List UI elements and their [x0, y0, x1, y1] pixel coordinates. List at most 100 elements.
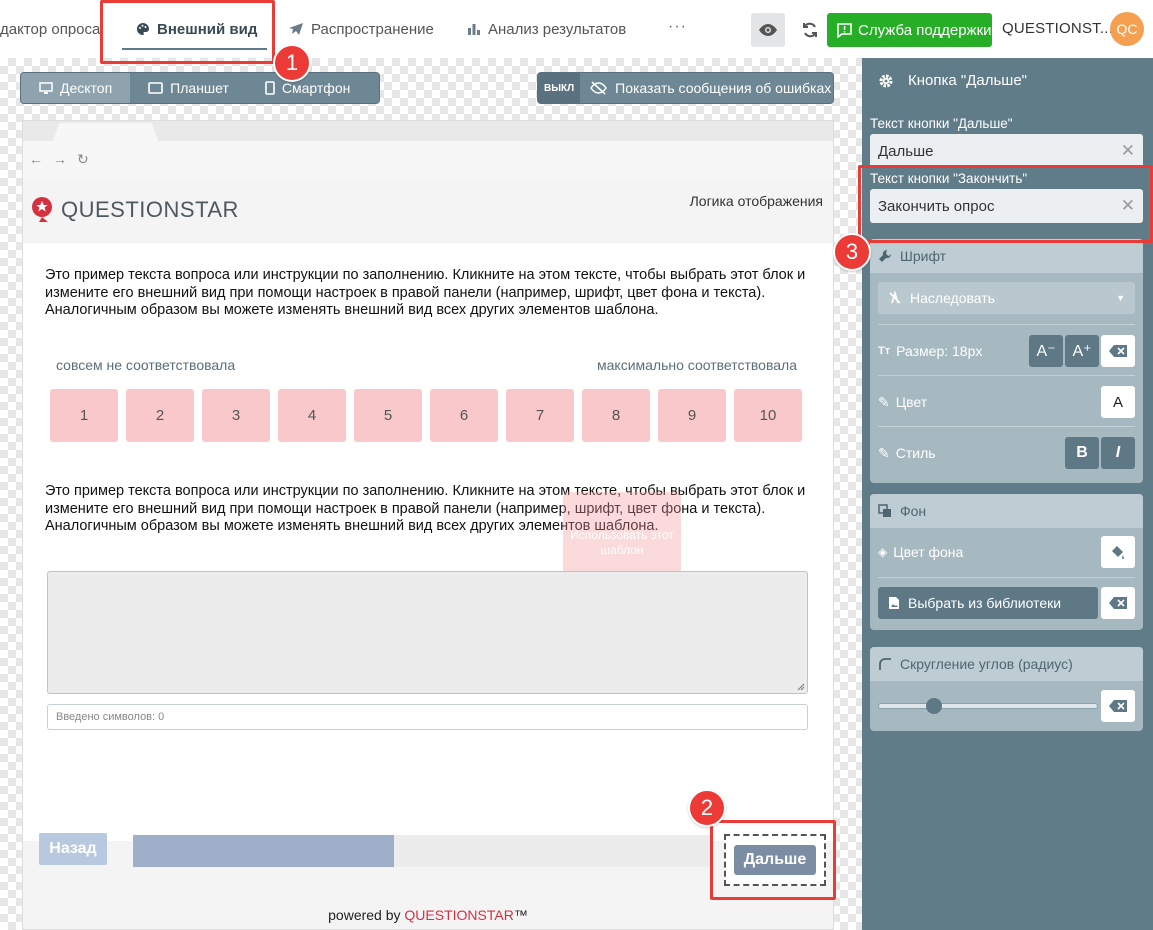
image-file-icon [889, 597, 899, 609]
tab-survey-editor[interactable]: дактор опроса [0, 0, 100, 58]
background-section-header[interactable]: Фон [870, 494, 1143, 528]
font-family-select[interactable]: Наследовать ▼ [878, 282, 1135, 314]
show-errors-toggle[interactable]: ВЫКЛ Показать сообщения об ошибках [537, 72, 834, 104]
more-menu-icon[interactable]: ··· [668, 18, 687, 36]
clear-size-button[interactable] [1101, 335, 1135, 367]
scale-option-8[interactable]: 8 [582, 389, 650, 442]
corner-radius-title: Скругление углов (радиус) [900, 656, 1073, 672]
toggle-state: ВЫКЛ [538, 73, 581, 103]
corner-radius-header[interactable]: Скругление углов (радиус) [870, 647, 1143, 681]
backspace-icon [1109, 597, 1127, 609]
answer-textarea[interactable] [47, 571, 808, 694]
powered-by: powered by QUESTIONSTAR™ [23, 907, 833, 923]
callout-badge-2: 2 [688, 789, 726, 827]
sync-button[interactable] [796, 13, 824, 47]
font-style-row: ✎ Стиль B I [878, 436, 1135, 470]
chevron-down-icon: ▼ [1116, 293, 1125, 303]
powered-brand[interactable]: QUESTIONSTAR [404, 907, 513, 923]
scale-option-6[interactable]: 6 [430, 389, 498, 442]
choose-from-library-button[interactable]: Выбрать из библиотеки [878, 587, 1098, 619]
corner-radius-section: Скругление углов (радиус) [870, 647, 1143, 731]
preview-button[interactable] [751, 13, 785, 47]
scale-option-10[interactable]: 10 [734, 389, 802, 442]
browser-navigation: ← → ↻ [23, 141, 833, 177]
tab-label: Распространение [311, 20, 434, 38]
device-phone-button[interactable]: Смартфон [247, 73, 368, 103]
device-switcher: Десктоп Планшет Смартфон [20, 72, 380, 104]
clear-radius-button[interactable] [1101, 690, 1135, 722]
highlight-box-3 [858, 165, 1153, 243]
resize-handle-icon[interactable] [797, 683, 805, 691]
tab-results-analysis[interactable]: Анализ результатов [467, 0, 626, 58]
panel-title: Кнопка "Дальше" [878, 72, 1027, 89]
next-text-value: Дальше [878, 142, 934, 160]
gear-icon [879, 74, 893, 87]
questionstar-logo: QUESTIONSTAR [31, 197, 239, 223]
font-section-header[interactable]: Шрифт [870, 239, 1143, 273]
browser-tab-bar [23, 121, 833, 141]
radius-slider[interactable] [878, 698, 1098, 714]
wrench-icon [879, 249, 892, 262]
display-logic-link[interactable]: Логика отображения [690, 193, 823, 209]
no-font-icon [889, 291, 901, 304]
char-counter: Введено символов: 0 [47, 704, 808, 730]
question-text-1[interactable]: Это пример текста вопроса или инструкции… [45, 267, 815, 320]
pencil-icon: ✎ [878, 444, 890, 461]
bg-color-label: Цвет фона [893, 544, 964, 560]
device-phone-label: Смартфон [281, 80, 351, 96]
scale-option-5[interactable]: 5 [354, 389, 422, 442]
question-text-2[interactable]: Это пример текста вопроса или инструкции… [45, 483, 815, 536]
tab-distribution[interactable]: Распространение [288, 0, 434, 58]
callout-badge-3: 3 [833, 233, 871, 271]
paper-plane-icon [289, 23, 303, 35]
increase-size-button[interactable]: A⁺ [1065, 335, 1099, 367]
clear-background-button[interactable] [1101, 587, 1135, 619]
scale-option-1[interactable]: 1 [50, 389, 118, 442]
font-color-row: ✎ Цвет A [878, 385, 1135, 419]
logo-mark-icon [32, 197, 52, 222]
highlight-box-1 [100, 0, 275, 64]
powered-prefix: powered by [328, 907, 405, 923]
arrow-right-icon: → [53, 151, 67, 167]
rating-scale: 1 2 3 4 5 6 7 8 9 10 [50, 389, 802, 442]
avatar[interactable]: QC [1110, 12, 1144, 46]
survey-header: QUESTIONSTAR Логика отображения [23, 177, 833, 243]
account-name[interactable]: QUESTIONST... [1002, 20, 1113, 37]
eye-slash-icon [590, 81, 607, 95]
italic-button[interactable]: I [1101, 437, 1135, 469]
scale-option-4[interactable]: 4 [278, 389, 346, 442]
phone-icon [265, 81, 275, 95]
device-tablet-button[interactable]: Планшет [130, 73, 247, 103]
chat-icon [837, 22, 852, 38]
slider-knob[interactable] [925, 698, 942, 714]
scale-option-9[interactable]: 9 [658, 389, 726, 442]
font-color-label: Цвет [895, 394, 928, 410]
next-text-input[interactable]: Дальше ✕ [870, 134, 1143, 168]
scale-option-3[interactable]: 3 [202, 389, 270, 442]
show-errors-label: Показать сообщения об ошибках [615, 80, 832, 96]
highlight-box-2 [710, 820, 836, 900]
scale-left-label[interactable]: совсем не соответствовала [56, 357, 235, 373]
powered-tm: ™ [513, 907, 528, 923]
support-button[interactable]: Служба поддержки [827, 13, 992, 47]
reload-icon: ↻ [77, 150, 89, 167]
decrease-size-button[interactable]: A⁻ [1029, 335, 1063, 367]
scale-right-label[interactable]: максимально соответствовала [597, 357, 797, 373]
font-size-row: Tт Размер: 18px A⁻ A⁺ [878, 334, 1135, 368]
font-color-picker[interactable]: A [1101, 386, 1135, 418]
scale-option-2[interactable]: 2 [126, 389, 194, 442]
font-section-title: Шрифт [900, 248, 947, 264]
panel-title-text: Кнопка "Дальше" [908, 72, 1027, 89]
bold-button[interactable]: B [1065, 437, 1099, 469]
eye-icon [759, 24, 777, 36]
device-desktop-button[interactable]: Десктоп [21, 73, 131, 103]
background-section-title: Фон [900, 503, 927, 519]
bg-color-picker[interactable] [1101, 536, 1135, 568]
scale-option-7[interactable]: 7 [506, 389, 574, 442]
font-section: Шрифт Наследовать ▼ Tт Размер: 18px A⁻ A⁺… [870, 239, 1143, 483]
backspace-icon [1109, 345, 1127, 357]
paint-bucket-icon: ◈ [878, 545, 888, 559]
clear-icon[interactable]: ✕ [1121, 141, 1135, 161]
arrow-left-icon: ← [29, 151, 43, 167]
back-button[interactable]: Назад [39, 833, 107, 865]
